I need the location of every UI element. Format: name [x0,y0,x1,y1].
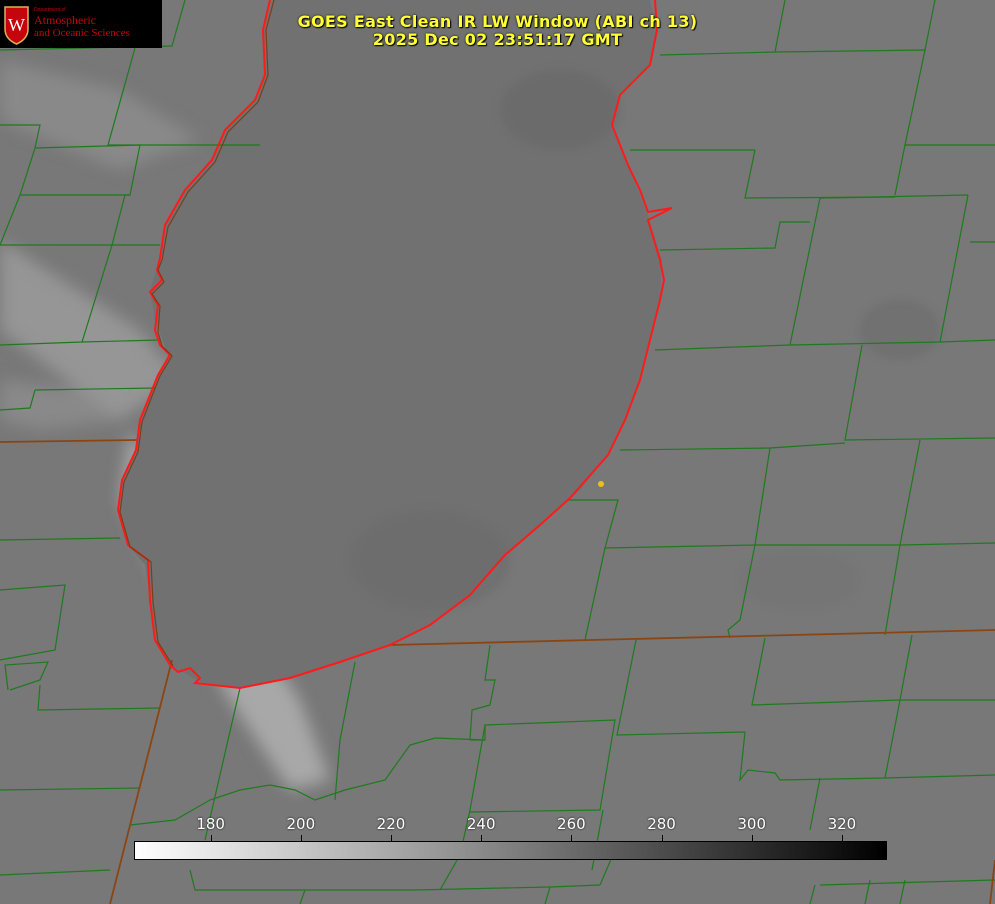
svg-text:W: W [8,15,25,35]
logo-line-1: Atmospheric [34,13,96,27]
satellite-map-view: GOES East Clean IR LW Window (ABI ch 13)… [0,0,995,904]
uw-crest-icon: W [4,6,29,45]
map-canvas [0,0,995,904]
aos-logo: W Department of Atmospheric and Oceanic … [0,0,162,48]
location-marker [598,481,604,487]
logo-line-2: and Oceanic Sciences [34,27,130,39]
temperature-colorbar [134,841,887,860]
